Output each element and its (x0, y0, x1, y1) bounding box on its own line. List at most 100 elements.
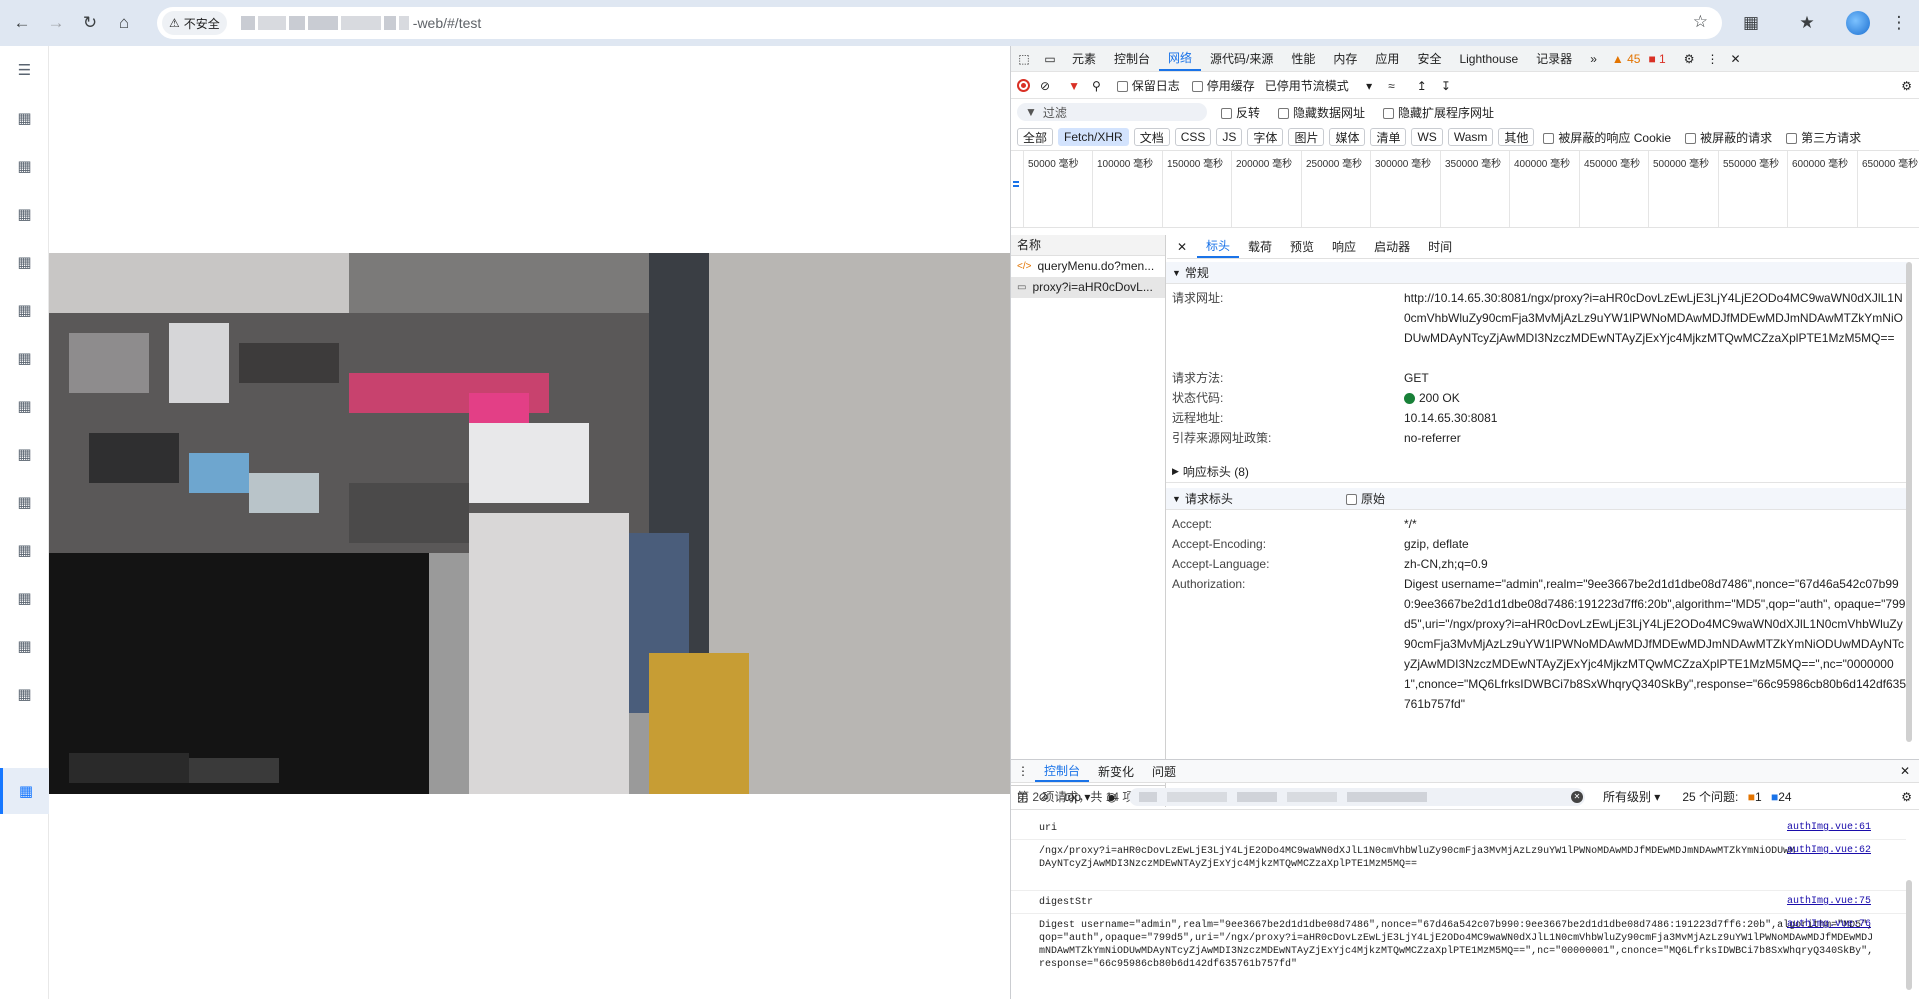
tab-performance[interactable]: 性能 (1282, 46, 1324, 71)
inspect-element-icon[interactable]: ⬚ (1011, 46, 1037, 72)
sidebar-item-grid[interactable]: ▦ (0, 334, 49, 382)
chip-js[interactable]: JS (1216, 128, 1243, 146)
security-chip[interactable]: ⚠ 不安全 (162, 11, 227, 35)
chip-css[interactable]: CSS (1174, 128, 1212, 146)
tab-elements[interactable]: 元素 (1063, 46, 1105, 71)
raw-checkbox[interactable]: 原始 (1346, 490, 1385, 507)
request-row-selected[interactable]: ▭ proxy?i=aHR0cDovL... (1011, 277, 1165, 298)
tab-response[interactable]: 响应 (1323, 235, 1365, 258)
tab-headers[interactable]: 标头 (1197, 235, 1240, 258)
sidebar-item-grid[interactable]: ▦ (0, 574, 49, 622)
blocked-requests-checkbox[interactable]: 被屏蔽的请求 (1685, 129, 1772, 146)
sidebar-item-grid[interactable]: ▦ (0, 670, 49, 718)
chip-doc[interactable]: 文档 (1133, 128, 1170, 146)
third-party-checkbox[interactable]: 第三方请求 (1786, 129, 1861, 146)
blocked-cookies-checkbox[interactable]: 被屏蔽的响应 Cookie (1543, 129, 1671, 146)
console-scrollbar[interactable] (1906, 880, 1912, 990)
network-settings-icon[interactable]: ⚙ (1901, 79, 1912, 93)
hide-data-urls-checkbox[interactable]: 隐藏数据网址 (1278, 104, 1365, 121)
sidebar-item-grid[interactable]: ▦ (0, 142, 49, 190)
drawer-tab-issues[interactable]: 问题 (1143, 760, 1185, 782)
more-tabs-button[interactable]: » (1581, 46, 1606, 71)
device-toolbar-icon[interactable]: ▭ (1037, 46, 1063, 72)
context-select[interactable]: top ▾ (1064, 790, 1090, 804)
close-detail-icon[interactable]: ✕ (1167, 240, 1197, 254)
tab-timing[interactable]: 时间 (1419, 235, 1461, 258)
settings-gear-icon[interactable]: ⚙ (1684, 52, 1695, 66)
general-section-header[interactable]: ▼ 常规 (1166, 262, 1907, 284)
close-drawer-icon[interactable]: ✕ (1900, 764, 1910, 778)
chip-manifest[interactable]: 清单 (1370, 128, 1407, 146)
drawer-tab-console[interactable]: 控制台 (1035, 760, 1090, 782)
network-conditions-icon[interactable]: ≈ (1388, 79, 1395, 93)
tab-payload[interactable]: 载荷 (1239, 235, 1281, 258)
address-bar[interactable]: ⚠ 不安全 -web/#/test ☆ (157, 7, 1722, 39)
console-filter-input[interactable]: ✕ (1128, 787, 1585, 806)
clear-console-icon[interactable]: ⊘ (1038, 790, 1048, 804)
drawer-menu-icon[interactable]: ⋮ (1011, 764, 1035, 778)
sidebar-item-grid[interactable]: ▦ (0, 382, 49, 430)
chip-wasm[interactable]: Wasm (1447, 128, 1494, 146)
tab-sources[interactable]: 源代码/来源 (1201, 46, 1282, 71)
issues-counter[interactable]: 25 个问题: ■1 ■24 (1682, 788, 1791, 805)
chip-ws[interactable]: WS (1411, 128, 1443, 146)
disable-cache-checkbox[interactable]: 停用缓存 (1191, 77, 1255, 94)
chip-img[interactable]: 图片 (1288, 128, 1325, 146)
tab-network[interactable]: 网络 (1159, 46, 1202, 71)
record-icon[interactable] (1017, 79, 1030, 92)
tab-recorder[interactable]: 记录器 (1527, 46, 1581, 71)
close-devtools-icon[interactable]: ✕ (1731, 52, 1741, 66)
request-headers-section-header[interactable]: ▼ 请求标头 原始 (1166, 488, 1907, 510)
clear-icon[interactable]: ⊘ (1040, 79, 1050, 93)
reload-icon[interactable]: ↻ (76, 9, 104, 37)
detail-scrollbar[interactable] (1906, 262, 1912, 742)
sidebar-item-grid[interactable]: ▦ (0, 622, 49, 670)
sidebar-item-grid[interactable]: ▦ (0, 430, 49, 478)
log-level-select[interactable]: 所有级别 ▾ (1603, 788, 1660, 805)
drawer-tab-whats-new[interactable]: 新变化 (1089, 760, 1143, 782)
console-settings-icon[interactable]: ⚙ (1901, 790, 1912, 804)
tab-preview[interactable]: 预览 (1281, 235, 1323, 258)
sidebar-item-grid[interactable]: ▦ (0, 478, 49, 526)
chip-media[interactable]: 媒体 (1329, 128, 1366, 146)
search-icon[interactable]: ⚲ (1092, 79, 1101, 93)
import-har-icon[interactable]: ↥ (1417, 79, 1427, 93)
tab-initiator[interactable]: 启动器 (1365, 235, 1419, 258)
back-icon[interactable]: ← (8, 9, 36, 37)
timeline-overview[interactable]: 50000 毫秒 100000 毫秒 150000 毫秒 200000 毫秒 2… (1011, 150, 1919, 228)
chip-other[interactable]: 其他 (1498, 128, 1535, 146)
clear-filter-icon[interactable]: ✕ (1570, 790, 1583, 803)
hide-extension-urls-checkbox[interactable]: 隐藏扩展程序网址 (1383, 104, 1494, 121)
sidebar-item-grid[interactable]: ▦ (0, 190, 49, 238)
request-row[interactable]: </> queryMenu.do?men... (1011, 256, 1165, 277)
sidebar-toggle-icon[interactable]: ◫ (1017, 790, 1028, 804)
devtools-menu-icon[interactable]: ⋮ (1707, 52, 1719, 66)
console-source-link[interactable]: authImg.vue:62 (1787, 845, 1871, 856)
extensions-icon[interactable]: ▦ (1737, 9, 1765, 37)
export-har-icon[interactable]: ↧ (1441, 79, 1451, 93)
chip-fetch-xhr[interactable]: Fetch/XHR (1058, 128, 1129, 146)
invert-checkbox[interactable]: 反转 (1221, 104, 1260, 121)
console-source-link[interactable]: authImg.vue:61 (1787, 822, 1871, 833)
console-source-link[interactable]: authImg.vue:75 (1787, 896, 1871, 907)
throttle-select[interactable]: 已停用节流模式 ▾ (1265, 77, 1372, 94)
menu-toggle-icon[interactable]: ☰ (0, 46, 49, 94)
tab-memory[interactable]: 内存 (1324, 46, 1366, 71)
menu-kebab-icon[interactable]: ⋮ (1885, 9, 1913, 37)
sidebar-item-grid-active[interactable]: ▦ (0, 768, 49, 814)
sidebar-item-grid[interactable]: ▦ (0, 238, 49, 286)
preserve-log-checkbox[interactable]: 保留日志 (1116, 77, 1180, 94)
response-headers-section-header[interactable]: ▶ 响应标头 (8) (1166, 461, 1907, 483)
sidebar-item-grid[interactable]: ▦ (0, 526, 49, 574)
chip-font[interactable]: 字体 (1247, 128, 1284, 146)
profile-avatar[interactable] (1846, 11, 1870, 35)
sidebar-item-grid[interactable]: ▦ (0, 286, 49, 334)
console-source-link[interactable]: authImg.vue:76 (1787, 919, 1871, 930)
tab-security[interactable]: 安全 (1408, 46, 1450, 71)
tab-console[interactable]: 控制台 (1105, 46, 1159, 71)
bookmarks-icon[interactable]: ★ (1793, 9, 1821, 37)
home-icon[interactable]: ⌂ (110, 9, 138, 37)
tab-lighthouse[interactable]: Lighthouse (1450, 46, 1527, 71)
bookmark-star-icon[interactable]: ☆ (1693, 12, 1708, 32)
forward-icon[interactable]: → (42, 9, 70, 37)
